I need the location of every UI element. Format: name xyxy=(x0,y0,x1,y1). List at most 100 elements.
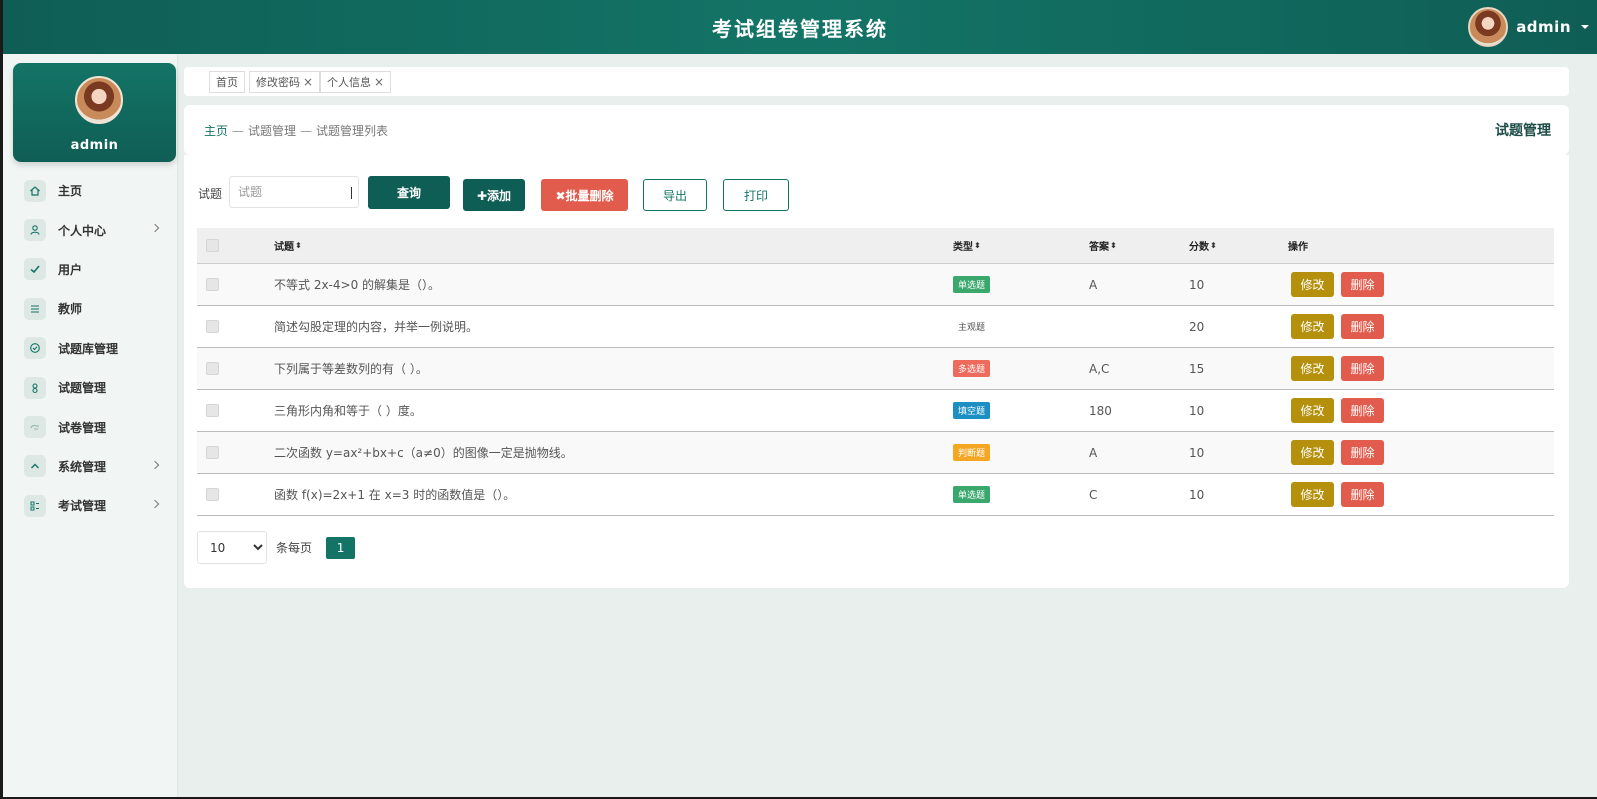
header-ops: 操作 xyxy=(1288,242,1308,253)
top-header: 考试组卷管理系统 admin xyxy=(3,0,1597,54)
question-cell: 三角形内角和等于（ ）度。 xyxy=(274,404,422,418)
sidebar-item-home[interactable]: 主页 xyxy=(3,171,178,210)
breadcrumb-separator: — xyxy=(300,124,313,138)
edit-button[interactable]: 修改 xyxy=(1291,272,1334,297)
tab-home[interactable]: 首页 xyxy=(209,71,245,93)
sidebar-item-users[interactable]: 用户 xyxy=(3,250,178,289)
chevron-right-icon xyxy=(150,224,160,233)
row-checkbox[interactable] xyxy=(206,488,219,501)
header-question[interactable]: 试题 ⬍ xyxy=(274,228,302,263)
sidebar-item-exam-management[interactable]: 考试管理 xyxy=(3,486,178,525)
chevron-up-icon xyxy=(24,455,46,478)
sidebar-item-teachers[interactable]: 教师 xyxy=(3,289,178,328)
select-all-checkbox[interactable] xyxy=(206,239,219,252)
app-title: 考试组卷管理系统 xyxy=(712,17,888,41)
sidebar-item-personal-center[interactable]: 个人中心 xyxy=(3,210,178,249)
type-badge: 单选题 xyxy=(953,276,991,293)
row-checkbox[interactable] xyxy=(206,320,219,333)
print-button[interactable]: 打印 xyxy=(723,179,789,211)
sidebar-item-label: 个人中心 xyxy=(58,223,107,238)
sidebar-item-paper-management[interactable]: 试卷管理 xyxy=(3,407,178,446)
type-badge: 主观题 xyxy=(958,323,986,333)
score-cell: 10 xyxy=(1189,277,1205,292)
sidebar: admin 主页 个人中心 用户 教师 试题库管理 试题管理 试卷管理 系统管理… xyxy=(3,54,178,797)
chevron-right-icon xyxy=(150,460,160,469)
sidebar-item-label: 试题库管理 xyxy=(58,341,119,356)
breadcrumb-home[interactable]: 主页 xyxy=(204,124,228,138)
header-answer[interactable]: 答案 ⬍ xyxy=(1089,228,1117,263)
page-button-current[interactable]: 1 xyxy=(326,536,356,559)
tab-personal-info[interactable]: 个人信息 × xyxy=(320,71,392,93)
answer-cell: A,C xyxy=(1089,361,1110,376)
list-icon xyxy=(24,297,46,320)
export-button[interactable]: 导出 xyxy=(643,179,707,211)
header-type[interactable]: 类型 ⬍ xyxy=(953,228,981,263)
delete-button[interactable]: 删除 xyxy=(1341,272,1384,297)
edit-button[interactable]: 修改 xyxy=(1291,314,1334,339)
delete-button[interactable]: 删除 xyxy=(1341,314,1384,339)
app-frame: 考试组卷管理系统 admin admin 主页 个人中心 用户 教师 试题库管理… xyxy=(3,0,1597,797)
score-cell: 10 xyxy=(1189,487,1205,502)
delete-button[interactable]: 删除 xyxy=(1341,440,1384,465)
table-header: 试题 ⬍ 类型 ⬍ 答案 ⬍ 分数 ⬍ 操作 xyxy=(197,228,1554,264)
answer-cell: A xyxy=(1089,445,1098,460)
circle-check-icon xyxy=(24,337,46,360)
per-page-label: 条每页 xyxy=(276,541,313,555)
user-avatar[interactable] xyxy=(1468,7,1509,47)
edit-button[interactable]: 修改 xyxy=(1291,398,1334,423)
breadcrumb-separator: — xyxy=(232,124,245,138)
user-name[interactable]: admin xyxy=(1516,18,1571,36)
sidebar-item-system-management[interactable]: 系统管理 xyxy=(3,447,178,486)
close-icon[interactable]: × xyxy=(303,75,313,89)
question-cell: 不等式 2x-4>0 的解集是（）。 xyxy=(274,278,441,292)
close-icon[interactable]: × xyxy=(374,75,384,89)
check-icon xyxy=(24,258,46,281)
profile-name: admin xyxy=(70,138,119,153)
sort-icon[interactable]: ⬍ xyxy=(1110,241,1117,250)
sidebar-menu: 主页 个人中心 用户 教师 试题库管理 试题管理 试卷管理 系统管理 考试管理 xyxy=(3,171,178,526)
sidebar-item-question-management[interactable]: 试题管理 xyxy=(3,368,178,407)
caret-down-icon[interactable] xyxy=(1581,25,1589,29)
sidebar-item-question-bank[interactable]: 试题库管理 xyxy=(3,329,178,368)
batch-delete-button[interactable]: ✖批量删除 xyxy=(541,179,628,211)
profile-card: admin xyxy=(13,63,176,162)
edit-button[interactable]: 修改 xyxy=(1291,440,1334,465)
type-badge: 填空题 xyxy=(953,402,991,419)
row-checkbox[interactable] xyxy=(206,446,219,459)
query-button[interactable]: 查询 xyxy=(368,176,450,209)
sort-icon[interactable]: ⬍ xyxy=(974,241,981,250)
breadcrumb-level2: 试题管理 xyxy=(248,124,297,138)
text-cursor-icon xyxy=(351,187,357,199)
question-table: 试题 ⬍ 类型 ⬍ 答案 ⬍ 分数 ⬍ 操作 不等式 2x-4>0 的解集是（）。 单选… xyxy=(197,228,1554,516)
score-cell: 10 xyxy=(1189,403,1205,418)
page-size-select[interactable]: 10 xyxy=(197,531,267,564)
sort-icon[interactable]: ⬍ xyxy=(1210,241,1217,250)
row-checkbox[interactable] xyxy=(206,404,219,417)
answer-cell: A xyxy=(1089,277,1098,292)
score-cell: 10 xyxy=(1189,445,1205,460)
tab-label: 修改密码 xyxy=(256,76,300,89)
edit-button[interactable]: 修改 xyxy=(1291,356,1334,381)
sidebar-item-label: 试题管理 xyxy=(58,381,107,396)
row-checkbox[interactable] xyxy=(206,278,219,291)
tab-label: 个人信息 xyxy=(327,76,371,89)
tab-change-password[interactable]: 修改密码 × xyxy=(249,71,321,93)
add-button[interactable]: ✚添加 xyxy=(463,179,525,211)
delete-button[interactable]: 删除 xyxy=(1341,356,1384,381)
header-score[interactable]: 分数 ⬍ xyxy=(1189,228,1217,263)
search-input[interactable] xyxy=(229,176,359,208)
search-label: 试题 xyxy=(198,187,223,201)
sort-icon[interactable]: ⬍ xyxy=(295,241,302,250)
sidebar-item-label: 系统管理 xyxy=(58,459,107,474)
user-menu[interactable]: admin xyxy=(1468,7,1589,47)
row-checkbox[interactable] xyxy=(206,362,219,375)
delete-button[interactable]: 删除 xyxy=(1341,398,1384,423)
question-cell: 下列属于等差数列的有（ ）。 xyxy=(274,362,428,376)
answer-cell: 180 xyxy=(1089,403,1112,418)
delete-button[interactable]: 删除 xyxy=(1341,482,1384,507)
edit-button[interactable]: 修改 xyxy=(1291,482,1334,507)
tab-label: 首页 xyxy=(216,76,238,89)
main-panel: 试题 查询 ✚添加 ✖批量删除 导出 打印 试题⬍ 类型⬍ 答案⬍ 分数⬍ 操作… xyxy=(184,155,1569,588)
home-icon xyxy=(24,179,46,202)
table-row: 三角形内角和等于（ ）度。 填空题 180 10 修改 删除 xyxy=(197,390,1554,432)
